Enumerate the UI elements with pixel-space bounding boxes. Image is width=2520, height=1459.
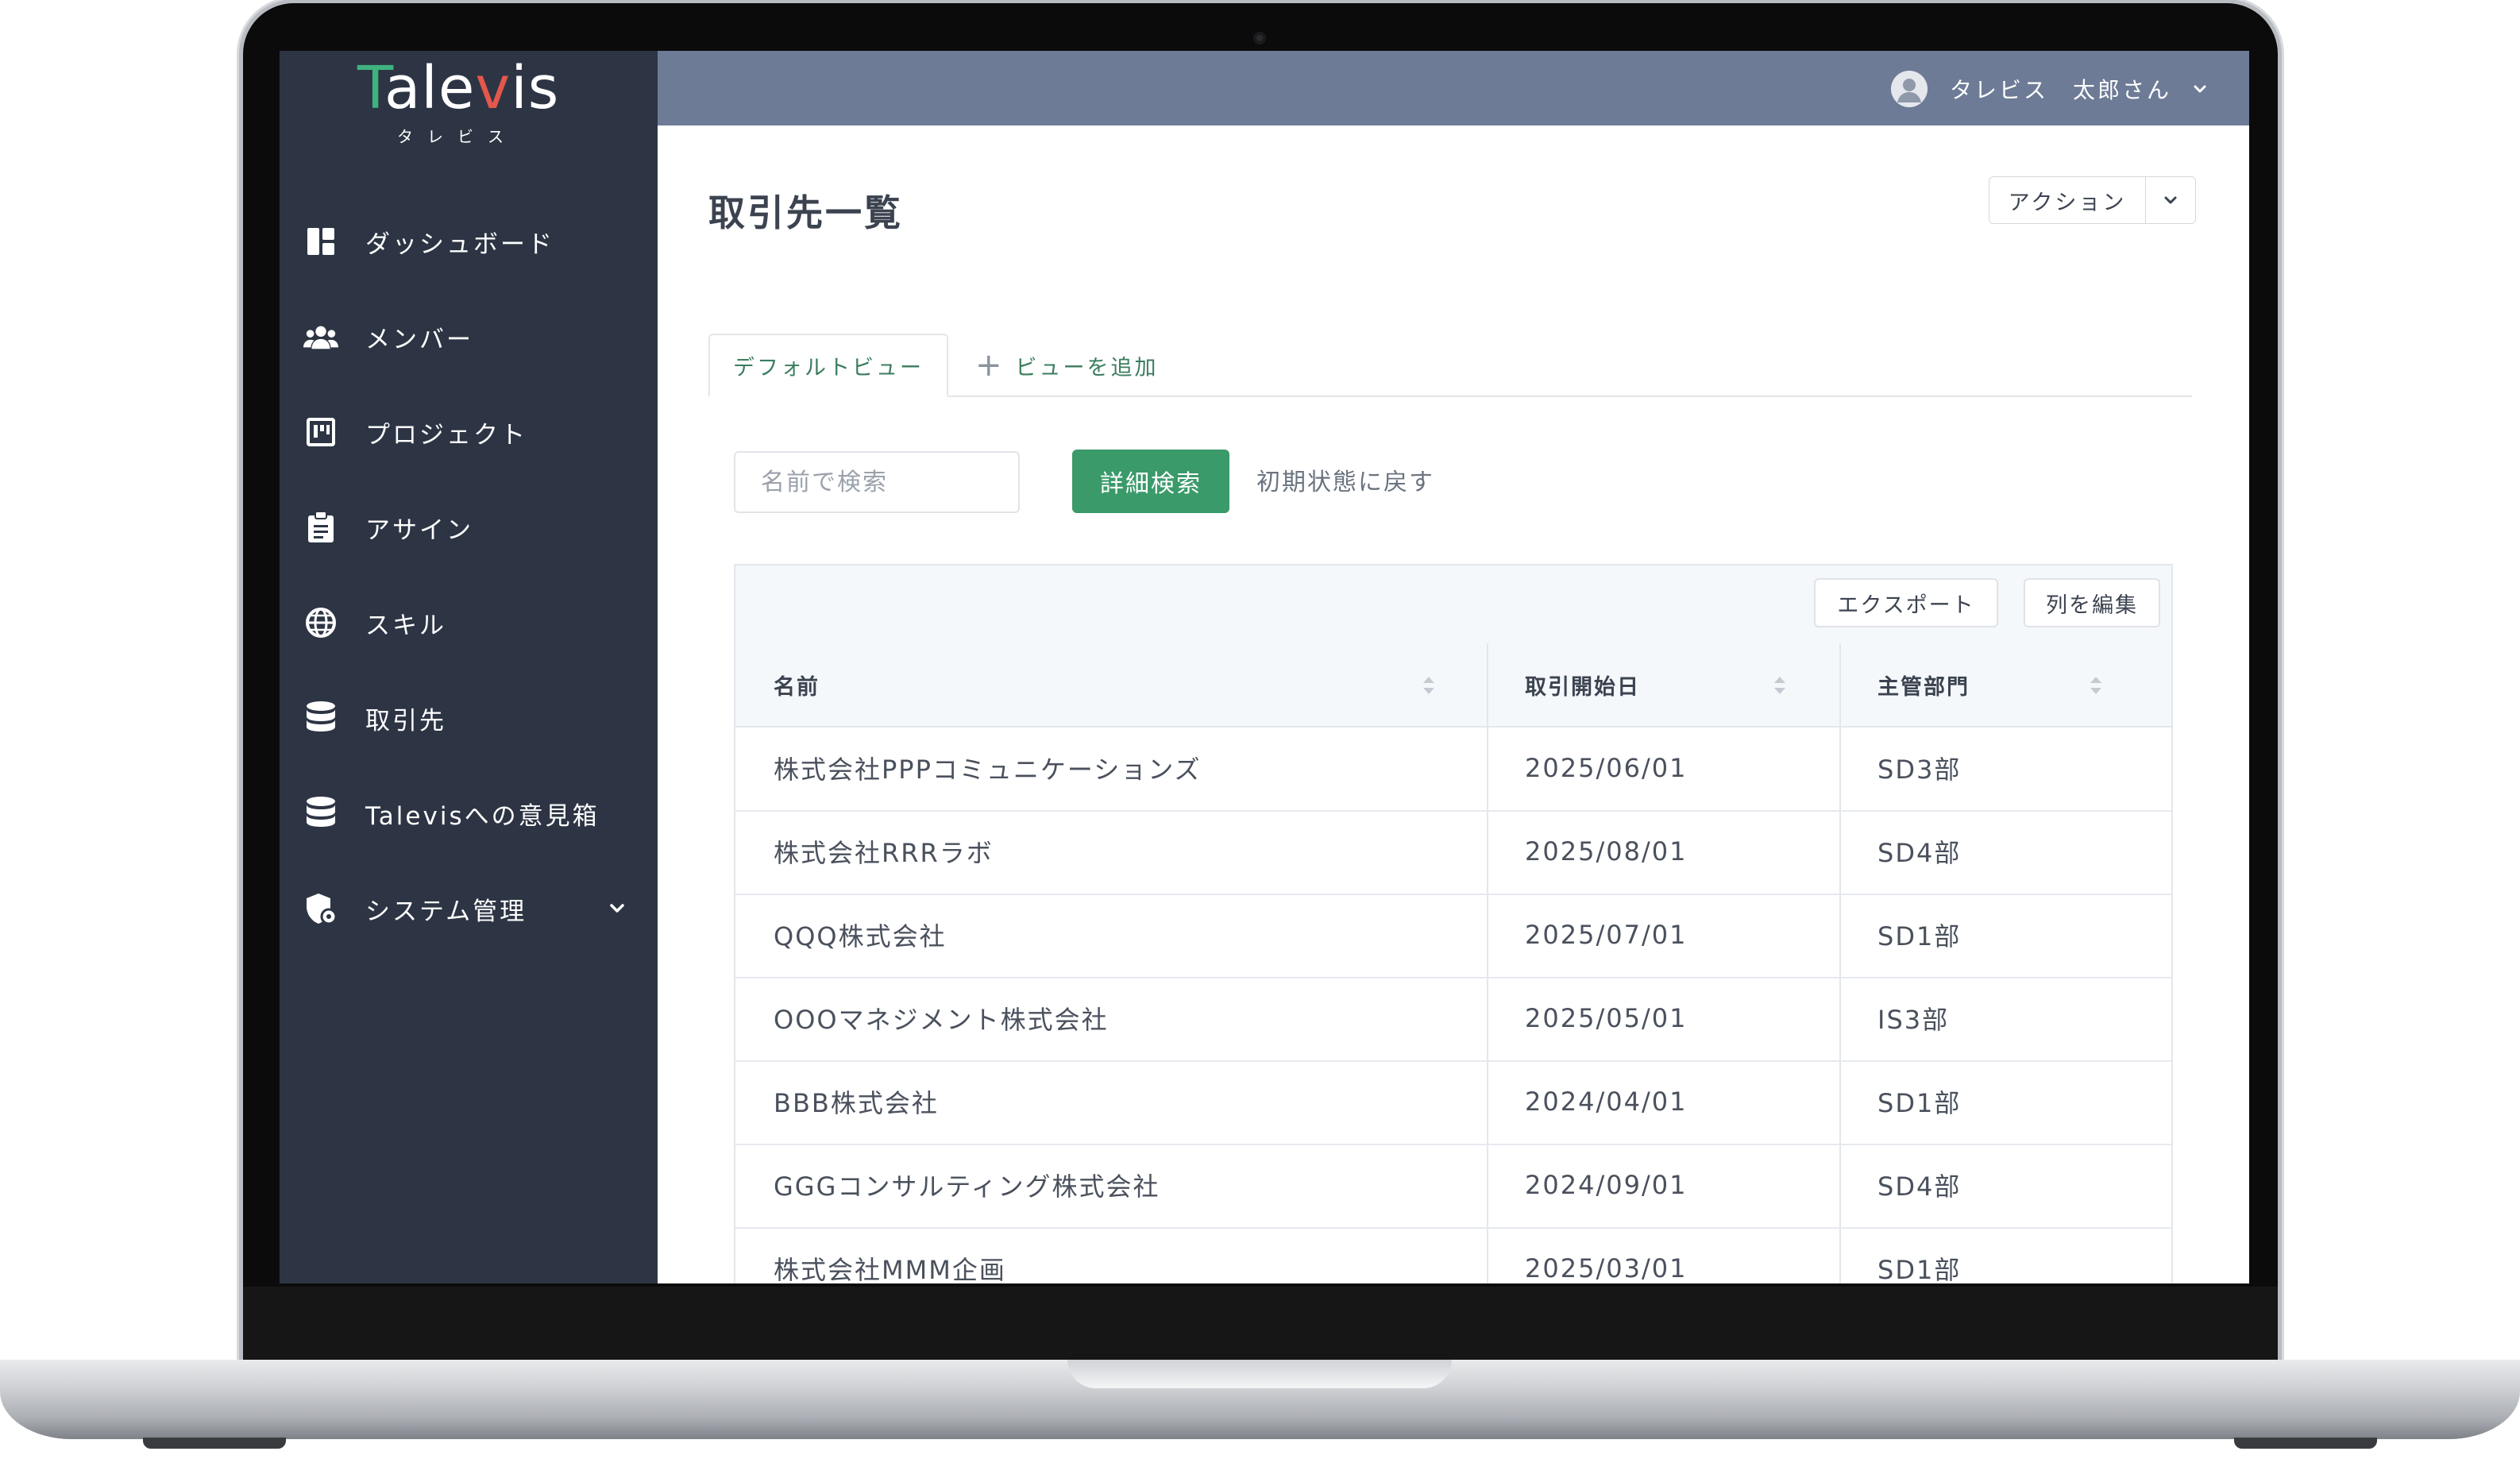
export-button[interactable]: エクスポート [1814,578,1998,627]
table-row[interactable]: 株式会社PPPコミュニケーションズ 2025/06/01 SD3部 [735,726,2171,812]
sidebar-item-skills[interactable]: スキル [280,591,658,654]
cell-department: SD4部 [1877,1171,1962,1202]
laptop-chin [243,1287,2278,1366]
cell-name: BBB株式会社 [774,1088,939,1118]
cell-start-date: 2025/03/01 [1525,1253,1688,1283]
sidebar-item-projects[interactable]: プロジェクト [280,400,658,464]
sidebar-item-label: プロジェクト [365,420,527,450]
user-avatar-icon [1890,71,1928,107]
cell-start-date: 2025/08/01 [1525,836,1688,867]
cell-start-date: 2024/04/01 [1525,1087,1688,1117]
logo-wordmark: Talevis [357,54,560,122]
search-input[interactable] [734,451,1020,513]
clipboard-icon [303,510,338,545]
sort-icon[interactable] [2087,674,2105,697]
column-header-label: 取引開始日 [1525,674,1640,700]
users-icon [303,319,338,354]
cell-department: SD3部 [1877,755,1962,785]
table-row[interactable]: QQQ株式会社 2025/07/01 SD1部 [735,893,2171,978]
app-logo[interactable]: Talevis タレビス [357,54,564,146]
globe-icon [303,605,338,640]
sidebar-item-label: システム管理 [365,897,527,926]
page-title: 取引先一覧 [708,191,903,234]
tab-default-view[interactable]: デフォルトビュー [708,334,948,397]
top-bar: タレビス 太郎さん [658,51,2249,125]
database-icon [303,796,338,831]
chevron-down-icon [2164,196,2177,204]
column-header-start-date[interactable]: 取引開始日 [1525,643,1858,726]
laptop-foot-right [2234,1438,2377,1449]
sidebar-item-label: スキル [365,611,446,640]
sort-icon[interactable] [1771,674,1789,697]
clients-table: エクスポート 列を編集 名前 取引開始日 主管部門 株式会社PPPコミュニケーシ… [734,564,2173,1283]
plus-icon: + [975,347,1005,384]
cell-name: 株式会社RRRラボ [774,838,994,868]
logo-kana: タレビス [397,127,518,146]
sidebar-item-assign[interactable]: アサイン [280,496,658,559]
cell-start-date: 2025/05/01 [1525,1003,1688,1033]
column-header-department[interactable]: 主管部門 [1877,643,2163,726]
user-name: タレビス 太郎さん [1949,77,2171,103]
sidebar: Talevis タレビス ダッシュボード メンバー プロジェクト アサイン スキ… [280,51,658,1283]
edit-columns-button[interactable]: 列を編集 [2024,578,2160,627]
column-header-label: 主管部門 [1877,674,1970,700]
cell-start-date: 2025/07/01 [1525,920,1688,950]
table-row[interactable]: 株式会社MMM企画 2025/03/01 SD1部 [735,1226,2171,1283]
sidebar-item-label: 取引先 [365,706,446,735]
laptop-notch [1067,1360,1452,1388]
sidebar-item-label: アサイン [365,515,473,545]
sidebar-item-label: ダッシュボード [365,230,554,259]
user-menu[interactable]: タレビス 太郎さん [1890,67,2209,111]
sidebar-item-label: メンバー [365,325,473,354]
action-dropdown-toggle[interactable] [2146,176,2196,224]
sidebar-item-members[interactable]: メンバー [280,305,658,369]
laptop-foot-left [143,1438,286,1449]
column-header-label: 名前 [774,674,820,700]
sidebar-item-clients[interactable]: 取引先 [280,686,658,750]
reset-link[interactable]: 初期状態に戻す [1256,462,1434,497]
table-row[interactable]: OOOマネジメント株式会社 2025/05/01 IS3部 [735,976,2171,1062]
camera [1253,32,1266,44]
screen: Talevis タレビス ダッシュボード メンバー プロジェクト アサイン スキ… [280,51,2249,1283]
dashboard-icon [303,224,338,259]
cell-name: OOOマネジメント株式会社 [774,1005,1109,1035]
cell-start-date: 2025/06/01 [1525,753,1688,783]
table-row[interactable]: BBB株式会社 2024/04/01 SD1部 [735,1060,2171,1145]
kanban-icon [303,415,338,450]
database-icon [303,701,338,735]
table-row[interactable]: 株式会社RRRラボ 2025/08/01 SD4部 [735,809,2171,895]
cell-department: IS3部 [1877,1005,1950,1035]
add-view-tab[interactable]: + ビューを追加 [975,340,1159,391]
cell-name: QQQ株式会社 [774,921,947,951]
cell-start-date: 2024/09/01 [1525,1170,1688,1200]
sidebar-item-feedback-box[interactable]: Talevisへの意見箱 [280,782,658,845]
chevron-down-icon [2190,79,2209,98]
chevron-down-icon[interactable] [605,897,629,921]
cell-name: GGGコンサルティング株式会社 [774,1171,1160,1202]
cell-department: SD1部 [1877,921,1962,951]
table-row[interactable]: GGGコンサルティング株式会社 2024/09/01 SD4部 [735,1143,2171,1229]
add-view-label: ビューを追加 [1015,355,1159,380]
sidebar-item-system-admin[interactable]: システム管理 [280,877,658,940]
sidebar-item-dashboard[interactable]: ダッシュボード [280,210,658,273]
cell-department: SD1部 [1877,1255,1962,1283]
cell-department: SD1部 [1877,1088,1962,1118]
main-content: 取引先一覧 アクション デフォルトビュー + ビューを追加 詳細検索 初期状態に… [658,125,2249,1283]
table-toolbar: エクスポート 列を編集 [735,565,2171,645]
sort-icon[interactable] [1420,674,1438,697]
cell-department: SD4部 [1877,838,1962,868]
shield-gear-icon [303,891,338,926]
action-button[interactable]: アクション [1989,176,2146,224]
sidebar-item-label: Talevisへの意見箱 [365,801,600,831]
detail-search-button[interactable]: 詳細検索 [1072,450,1229,513]
table-header: 名前 取引開始日 主管部門 [735,643,2171,728]
cell-name: 株式会社PPPコミュニケーションズ [774,755,1202,785]
column-header-name[interactable]: 名前 [774,643,1472,726]
cell-name: 株式会社MMM企画 [774,1255,1006,1283]
action-button-group: アクション [1989,176,2196,224]
